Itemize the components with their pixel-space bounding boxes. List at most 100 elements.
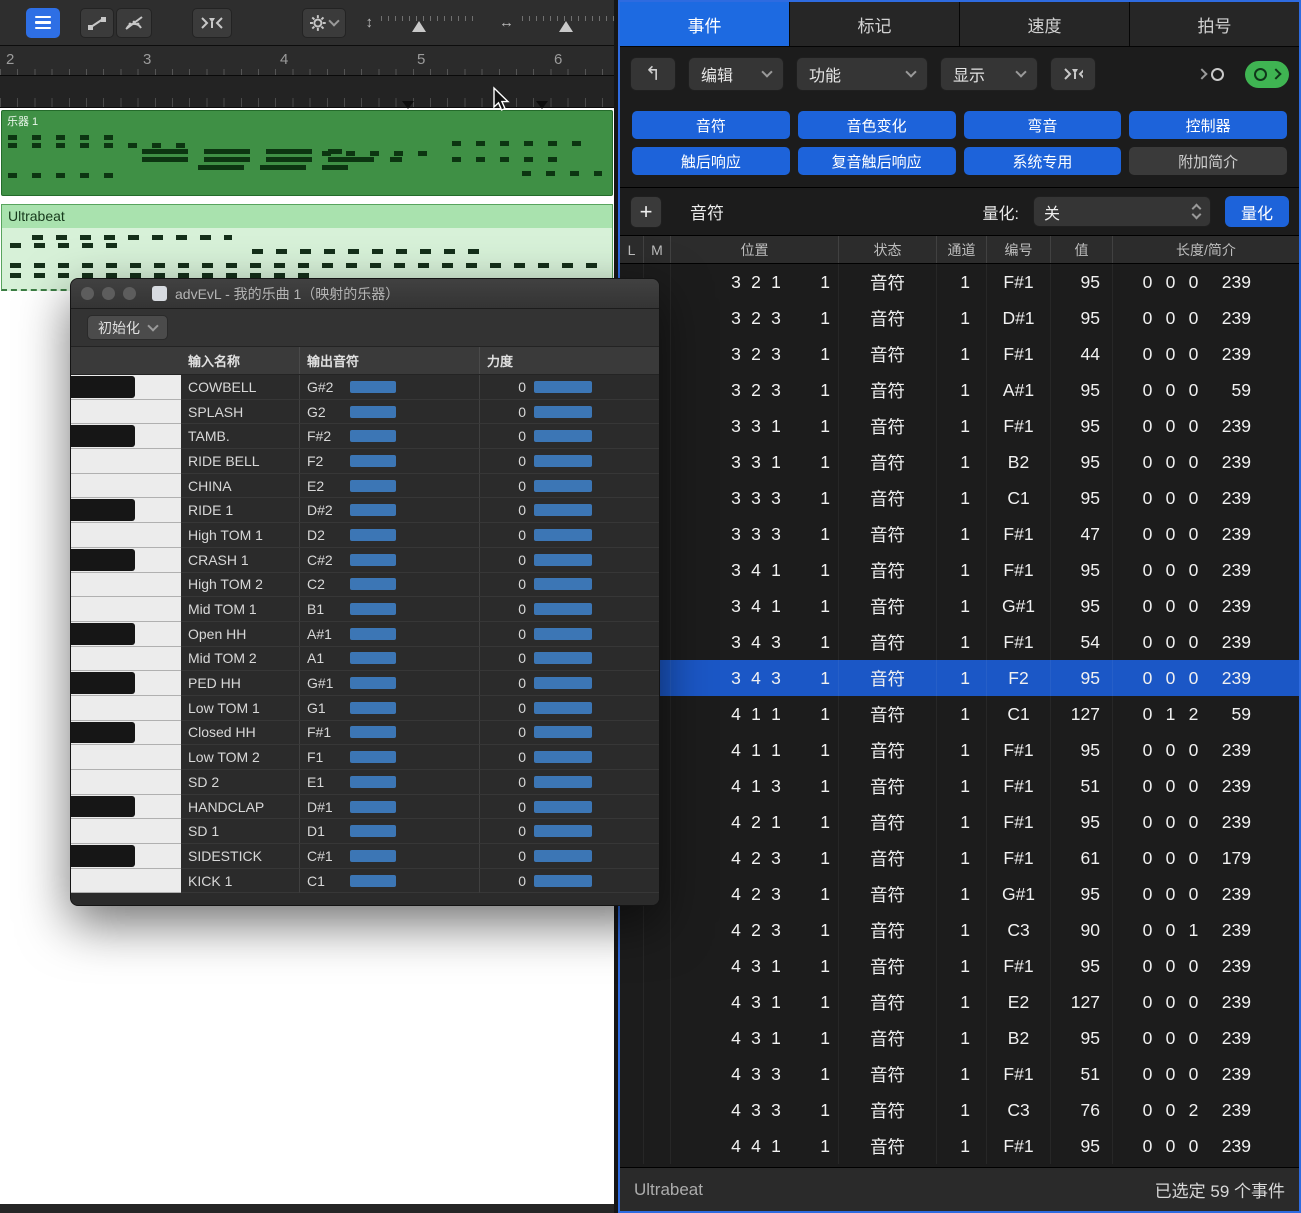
event-list-view-button[interactable] bbox=[26, 8, 60, 38]
event-row[interactable]: 4331音符1C376002239 bbox=[620, 1092, 1299, 1128]
note-bar[interactable] bbox=[350, 850, 396, 862]
piano-key[interactable] bbox=[71, 375, 181, 400]
note-bar[interactable] bbox=[350, 504, 396, 516]
event-row[interactable]: 3211音符1F#195000239 bbox=[620, 264, 1299, 300]
note-bar[interactable] bbox=[350, 801, 396, 813]
note-bar[interactable] bbox=[350, 529, 396, 541]
mapped-row[interactable]: PED HHG#10 bbox=[71, 671, 659, 696]
mapped-row[interactable]: Low TOM 2F10 bbox=[71, 745, 659, 770]
filter-button[interactable]: 复音触后响应 bbox=[798, 147, 956, 175]
tab-events[interactable]: 事件 bbox=[620, 2, 790, 46]
piano-key[interactable] bbox=[71, 573, 181, 598]
event-row[interactable]: 4231音符1C390001239 bbox=[620, 912, 1299, 948]
event-row[interactable]: 3231音符1A#19500059 bbox=[620, 372, 1299, 408]
mapped-row[interactable]: SPLASHG20 bbox=[71, 400, 659, 425]
velocity-bar[interactable] bbox=[534, 702, 592, 714]
tab-time-signature[interactable]: 拍号 bbox=[1130, 2, 1299, 46]
note-bar[interactable] bbox=[350, 430, 396, 442]
event-row[interactable]: 3431音符1F295000239 bbox=[620, 660, 1299, 696]
midi-in-toggle-button[interactable] bbox=[116, 8, 152, 38]
mapped-row[interactable]: Closed HHF#10 bbox=[71, 721, 659, 746]
mapped-row[interactable]: Low TOM 1G10 bbox=[71, 696, 659, 721]
event-row[interactable]: 3231音符1F#144000239 bbox=[620, 336, 1299, 372]
note-bar[interactable] bbox=[350, 652, 396, 664]
mapped-row[interactable]: KICK 1C10 bbox=[71, 869, 659, 894]
velocity-bar[interactable] bbox=[534, 628, 592, 640]
pencil-tool-button[interactable] bbox=[80, 8, 114, 38]
note-bar[interactable] bbox=[350, 702, 396, 714]
velocity-bar[interactable] bbox=[534, 554, 592, 566]
piano-key[interactable] bbox=[71, 498, 181, 523]
piano-key[interactable] bbox=[71, 622, 181, 647]
note-bar[interactable] bbox=[350, 603, 396, 615]
piano-key[interactable] bbox=[71, 647, 181, 672]
piano-key[interactable] bbox=[71, 869, 181, 894]
event-row[interactable]: 4111音符1C112701259 bbox=[620, 696, 1299, 732]
mapped-row[interactable]: SIDESTICKC#10 bbox=[71, 844, 659, 869]
piano-key[interactable] bbox=[71, 449, 181, 474]
mapped-row[interactable]: CHINAE20 bbox=[71, 474, 659, 499]
event-row[interactable]: 4311音符1B295000239 bbox=[620, 1020, 1299, 1056]
velocity-bar[interactable] bbox=[534, 578, 592, 590]
bottom-scrollbar[interactable] bbox=[0, 1204, 614, 1213]
event-row[interactable]: 3431音符1F#154000239 bbox=[620, 624, 1299, 660]
horizontal-zoom-slider[interactable] bbox=[522, 13, 614, 33]
note-bar[interactable] bbox=[350, 381, 396, 393]
note-bar[interactable] bbox=[350, 825, 396, 837]
event-row[interactable]: 3231音符1D#195000239 bbox=[620, 300, 1299, 336]
piano-key[interactable] bbox=[71, 424, 181, 449]
preset-menu-button[interactable]: 初始化 bbox=[87, 315, 168, 340]
piano-key[interactable] bbox=[71, 474, 181, 499]
functions-menu-button[interactable]: 功能 bbox=[796, 57, 928, 91]
velocity-bar[interactable] bbox=[534, 801, 592, 813]
quantize-button[interactable]: 量化 bbox=[1225, 196, 1289, 227]
mapped-row[interactable]: High TOM 2C20 bbox=[71, 573, 659, 598]
filter-button[interactable]: 音符 bbox=[632, 111, 790, 139]
midi-region-instrument[interactable]: 乐器 1 bbox=[1, 110, 613, 196]
piano-key[interactable] bbox=[71, 721, 181, 746]
velocity-bar[interactable] bbox=[534, 504, 592, 516]
window-titlebar[interactable]: advEvL - 我的乐曲 1（映射的乐器） bbox=[71, 279, 659, 309]
mapped-row[interactable]: SD 2E10 bbox=[71, 770, 659, 795]
note-bar[interactable] bbox=[350, 578, 396, 590]
velocity-bar[interactable] bbox=[534, 875, 592, 887]
event-row[interactable]: 4331音符1F#151000239 bbox=[620, 1056, 1299, 1092]
tab-tempo[interactable]: 速度 bbox=[960, 2, 1130, 46]
note-bar[interactable] bbox=[350, 751, 396, 763]
mapped-row[interactable]: High TOM 1D20 bbox=[71, 523, 659, 548]
piano-key[interactable] bbox=[71, 745, 181, 770]
piano-key[interactable] bbox=[71, 523, 181, 548]
velocity-bar[interactable] bbox=[534, 776, 592, 788]
velocity-bar[interactable] bbox=[534, 652, 592, 664]
quantize-select[interactable]: 关 bbox=[1033, 196, 1211, 227]
mapped-row[interactable]: SD 1D10 bbox=[71, 819, 659, 844]
beat-ruler[interactable] bbox=[0, 76, 614, 108]
velocity-bar[interactable] bbox=[534, 406, 592, 418]
midi-out-button[interactable] bbox=[1245, 61, 1289, 88]
event-row[interactable]: 3331音符1F#147000239 bbox=[620, 516, 1299, 552]
note-bar[interactable] bbox=[350, 628, 396, 640]
mapped-row[interactable]: RIDE 1D#20 bbox=[71, 498, 659, 523]
note-bar[interactable] bbox=[350, 726, 396, 738]
note-bar[interactable] bbox=[350, 554, 396, 566]
note-bar[interactable] bbox=[350, 677, 396, 689]
velocity-bar[interactable] bbox=[534, 455, 592, 467]
piano-key[interactable] bbox=[71, 400, 181, 425]
tab-markers[interactable]: 标记 bbox=[790, 2, 960, 46]
mapped-row[interactable]: RIDE BELLF20 bbox=[71, 449, 659, 474]
velocity-bar[interactable] bbox=[534, 751, 592, 763]
piano-key[interactable] bbox=[71, 597, 181, 622]
filter-button[interactable]: 触后响应 bbox=[632, 147, 790, 175]
event-row[interactable]: 3411音符1G#195000239 bbox=[620, 588, 1299, 624]
close-button[interactable] bbox=[81, 287, 94, 300]
event-row[interactable]: 4311音符1F#195000239 bbox=[620, 948, 1299, 984]
event-row[interactable]: 4231音符1G#195000239 bbox=[620, 876, 1299, 912]
zoom-button[interactable] bbox=[123, 287, 136, 300]
piano-key[interactable] bbox=[71, 819, 181, 844]
event-row[interactable]: 4311音符1E2127000239 bbox=[620, 984, 1299, 1020]
event-filter-button[interactable] bbox=[1050, 57, 1096, 91]
event-row[interactable]: 3411音符1F#195000239 bbox=[620, 552, 1299, 588]
event-filter-button-left[interactable] bbox=[192, 8, 232, 38]
piano-key[interactable] bbox=[71, 844, 181, 869]
velocity-bar[interactable] bbox=[534, 825, 592, 837]
